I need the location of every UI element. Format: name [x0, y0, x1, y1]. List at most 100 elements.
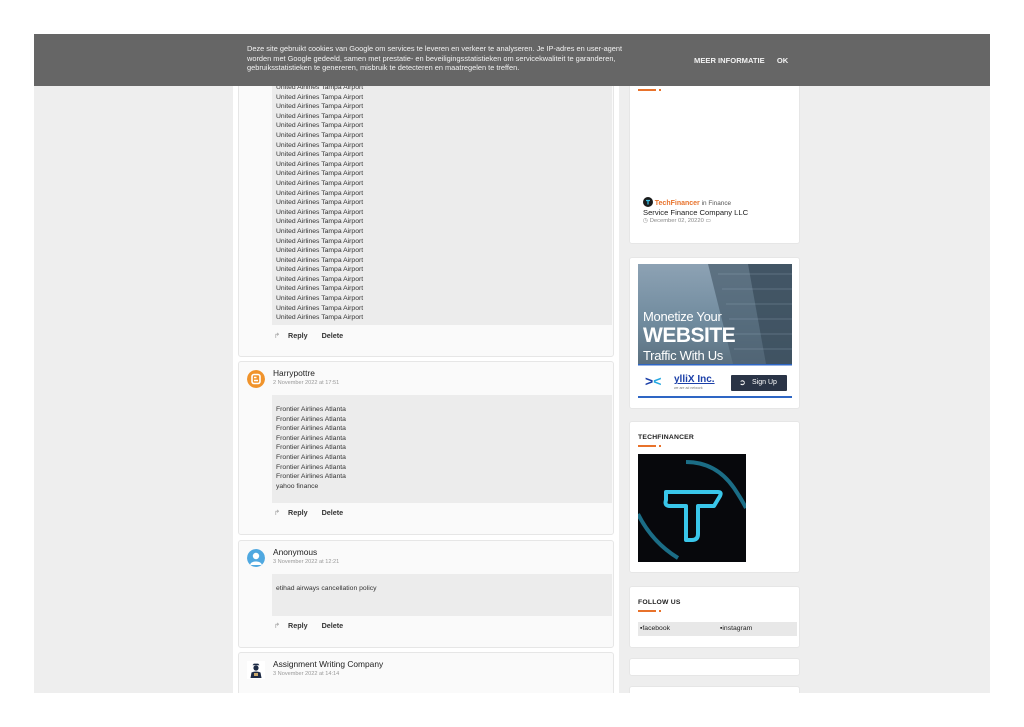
comment-line: United Airlines Tampa Airport — [276, 189, 364, 197]
comment: Harrypottre 2 November 2022 at 17:51 Fro… — [238, 361, 614, 535]
ad-banner[interactable]: Monetize Your WEBSITE Traffic With Us ><… — [638, 264, 792, 398]
comment-author[interactable]: Harrypottre — [273, 368, 315, 378]
comment-date[interactable]: 2 November 2022 at 17:51 — [273, 380, 339, 386]
widget-title: TECHFINANCER — [638, 434, 695, 441]
ad-headline-2: WEBSITE — [643, 324, 736, 347]
sidebar: TechFinancer in Finance Service Finance … — [629, 34, 800, 693]
cookie-message-line: gebruiksstatistieken te genereren, misbr… — [247, 63, 520, 73]
comment-line: United Airlines Tampa Airport — [276, 170, 364, 178]
reply-label: Reply — [288, 508, 308, 517]
reply-link[interactable]: ↱ Reply — [274, 508, 314, 517]
widget-title-underline — [638, 445, 661, 447]
post-author-link[interactable]: TechFinancer — [655, 200, 700, 207]
ad-widget: Monetize Your WEBSITE Traffic With Us ><… — [629, 257, 800, 409]
comment-line: United Airlines Tampa Airport — [276, 131, 364, 139]
comment-line: United Airlines Tampa Airport — [276, 237, 364, 245]
post-date: ◷ December 02, 20220 ▭ — [643, 218, 711, 224]
comment-bubble-icon[interactable]: ▭ — [705, 218, 710, 224]
comment-line: Frontier Airlines Atlanta — [276, 473, 346, 481]
comment-line: United Airlines Tampa Airport — [276, 199, 364, 207]
comment-body: Frontier Airlines Atlanta Frontier Airlin… — [272, 395, 612, 503]
ad-brand-tagline: we are ad network — [674, 386, 703, 390]
cookie-message-line: Deze site gebruikt cookies van Google om… — [247, 44, 623, 53]
comment-line: United Airlines Tampa Airport — [276, 208, 364, 216]
ok-button[interactable]: OK — [777, 56, 788, 65]
comment-body: United Airlines Tampa Airport United Airl… — [272, 81, 612, 325]
clock-icon: ◷ — [643, 218, 649, 224]
post-meta: TechFinancer in Finance — [643, 197, 731, 207]
comment-line: United Airlines Tampa Airport — [276, 227, 364, 235]
comment-actions: ↱ Reply Delete — [274, 621, 349, 630]
comment-actions: ↱ Reply Delete — [274, 508, 349, 517]
comment-line: United Airlines Tampa Airport — [276, 314, 364, 322]
empty-widget — [629, 658, 800, 676]
comment-line: United Airlines Tampa Airport — [276, 112, 364, 120]
comment-body: etihad airways cancellation policy — [272, 574, 612, 616]
reply-link[interactable]: ↱ Reply — [274, 621, 314, 630]
ad-signup-button[interactable]: ➲ Sign Up — [731, 375, 787, 391]
delete-link[interactable]: Delete — [322, 331, 344, 340]
comment-line: United Airlines Tampa Airport — [276, 295, 364, 303]
cookie-message-line: worden met Google gedeeld, samen met pre… — [247, 53, 616, 63]
facebook-link[interactable]: ▪ facebook — [640, 622, 670, 636]
comment-line: United Airlines Tampa Airport — [276, 266, 364, 274]
comment-line: United Airlines Tampa Airport — [276, 103, 364, 111]
post-in-word: in — [701, 200, 707, 207]
ad-brand: ylliX Inc. — [674, 374, 715, 385]
ad-headline-3: Traffic With Us — [643, 348, 724, 363]
comment-date[interactable]: 3 November 2022 at 14:14 — [273, 671, 339, 677]
comment-line: Frontier Airlines Atlanta — [276, 444, 346, 452]
post-category-link[interactable]: Finance — [708, 200, 731, 207]
instagram-label: instagram — [722, 625, 753, 632]
comment-line: United Airlines Tampa Airport — [276, 275, 364, 283]
empty-widget — [629, 686, 800, 693]
comment-line: United Airlines Tampa Airport — [276, 160, 364, 168]
cookie-actions: MEER INFORMATIE OK — [694, 56, 798, 65]
more-info-link[interactable]: MEER INFORMATIE — [694, 56, 765, 65]
comment-line: United Airlines Tampa Airport — [276, 141, 364, 149]
comment-line: Frontier Airlines Atlanta — [276, 434, 346, 442]
techfinancer-logo-image[interactable] — [638, 454, 746, 562]
comment-date[interactable]: 3 November 2022 at 12:21 — [273, 559, 339, 565]
comment-line: United Airlines Tampa Airport — [276, 256, 364, 264]
reply-link[interactable]: ↱ Reply — [274, 331, 314, 340]
arrow-circle-icon: ➲ — [739, 378, 746, 387]
comment-line: Frontier Airlines Atlanta — [276, 415, 346, 423]
comments-column: United Airlines Tampa Airport United Airl… — [233, 34, 619, 693]
delete-link[interactable]: Delete — [322, 621, 344, 630]
blogger-avatar-icon[interactable] — [247, 370, 265, 388]
comment-line: United Airlines Tampa Airport — [276, 179, 364, 187]
comment: Assignment Writing Company 3 November 20… — [238, 652, 614, 693]
reply-arrow-icon: ↱ — [274, 508, 281, 517]
widget-title: FOLLOW US — [638, 599, 681, 606]
facebook-label: facebook — [642, 625, 671, 632]
cookie-consent-bar: Deze site gebruikt cookies van Google om… — [34, 34, 990, 86]
comment-line: Frontier Airlines Atlanta — [276, 463, 346, 471]
delete-link[interactable]: Delete — [322, 508, 344, 517]
comment-line: Frontier Airlines Atlanta — [276, 425, 346, 433]
yllix-logo-icon: >< — [645, 373, 662, 389]
comment-line: Frontier Airlines Atlanta — [276, 406, 346, 413]
comment-author[interactable]: Assignment Writing Company — [273, 659, 383, 669]
reply-label: Reply — [288, 331, 308, 340]
comment-line: United Airlines Tampa Airport — [276, 218, 364, 226]
post-date-text: December 02, 20220 — [649, 218, 704, 224]
comment-line: etihad airways cancellation policy — [276, 585, 377, 592]
follow-links: ▪ facebook ▪ instagram — [638, 622, 797, 636]
comment: Anonymous 3 November 2022 at 12:21 etiha… — [238, 540, 614, 648]
comment-line: United Airlines Tampa Airport — [276, 304, 364, 312]
techfinancer-widget: TECHFINANCER — [629, 421, 800, 573]
ad-headline-1: Monetize Your — [643, 309, 722, 324]
comment-line: yahoo finance — [276, 482, 319, 490]
comment-actions: ↱ Reply Delete — [274, 331, 349, 340]
ad-signup-label: Sign Up — [752, 379, 777, 386]
reply-label: Reply — [288, 621, 308, 630]
techfinancer-logo-icon — [643, 197, 653, 207]
comment-line: United Airlines Tampa Airport — [276, 93, 364, 101]
anonymous-avatar-icon — [247, 549, 265, 567]
user-avatar-icon[interactable] — [247, 661, 265, 679]
follow-us-widget: FOLLOW US ▪ facebook ▪ instagram — [629, 586, 800, 648]
post-title-link[interactable]: Service Finance Company LLC — [643, 208, 748, 217]
comment-line: United Airlines Tampa Airport — [276, 285, 364, 293]
instagram-link[interactable]: ▪ instagram — [720, 622, 752, 636]
